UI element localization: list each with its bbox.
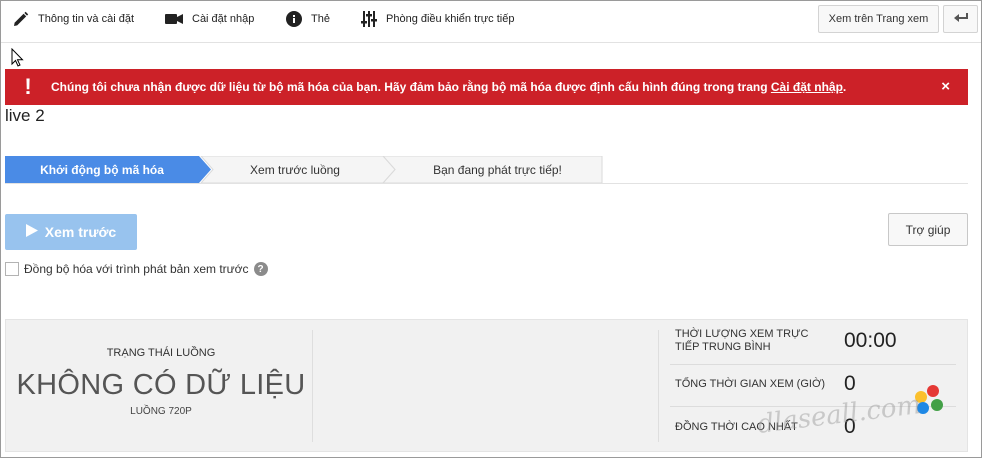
preview-button[interactable]: Xem trước — [5, 214, 137, 250]
warning-icon: ! — [24, 74, 32, 99]
back-button[interactable] — [943, 5, 978, 33]
ingest-settings-tab[interactable]: Cài đặt nhập — [165, 1, 254, 37]
banner-message: Chúng tôi chưa nhận được dữ liệu từ bộ m… — [51, 80, 847, 94]
ingest-settings-label: Cài đặt nhập — [192, 13, 255, 25]
avg-watch-time-value: 00:00 — [844, 329, 897, 352]
view-on-watch-page-button[interactable]: Xem trên Trang xem — [818, 5, 939, 33]
info-settings-label: Thông tin và cài đặt — [38, 13, 135, 25]
sliders-icon — [361, 11, 377, 27]
pencil-icon — [13, 11, 29, 27]
sync-checkbox[interactable] — [5, 262, 19, 276]
stream-status-value: KHÔNG CÓ DỮ LIỆU — [16, 369, 306, 401]
question-icon[interactable]: ? — [253, 262, 268, 276]
control-room-label: Phòng điều khiển trực tiếp — [386, 13, 515, 25]
step-start-encoder[interactable]: Khởi động bộ mã hóa — [5, 156, 199, 183]
ingest-settings-link[interactable]: Cài đặt nhập — [771, 80, 843, 94]
total-watch-time-value: 0 — [844, 372, 856, 395]
preview-label: Xem trước — [44, 224, 117, 240]
cards-tab[interactable]: Thẻ — [286, 1, 330, 37]
top-toolbar: Thông tin và cài đặt Cài đặt nhập Thẻ Ph… — [1, 1, 981, 43]
stream-resolution: LUỒNG 720P — [130, 406, 192, 417]
close-icon[interactable]: × — [941, 78, 950, 95]
cards-label: Thẻ — [311, 13, 330, 25]
help-button[interactable]: Trợ giúp — [888, 213, 968, 246]
stream-stats-panel: TRẠNG THÁI LUỒNG KHÔNG CÓ DỮ LIỆU LUỒNG … — [5, 319, 968, 452]
stream-title: live 2 — [5, 106, 45, 125]
panel-divider — [658, 330, 659, 442]
stat-divider — [670, 364, 956, 365]
steps-divider — [5, 183, 968, 184]
control-room-tab[interactable]: Phòng điều khiển trực tiếp — [361, 1, 514, 37]
info-settings-tab[interactable]: Thông tin và cài đặt — [13, 1, 134, 37]
step-preview-stream[interactable]: Xem trước luồng — [205, 156, 385, 183]
panel-divider — [312, 330, 313, 442]
error-banner: ! Chúng tôi chưa nhận được dữ liệu từ bộ… — [5, 69, 968, 105]
info-icon — [286, 11, 302, 27]
sync-label: Đồng bộ hóa với trình phát bản xem trước — [24, 262, 249, 276]
avg-watch-time-label: THỜI LƯỢNG XEM TRỰC TIẾP TRUNG BÌNH — [675, 328, 809, 353]
camera-icon — [165, 12, 183, 26]
sync-option: Đồng bộ hóa với trình phát bản xem trước… — [5, 262, 268, 276]
stream-status-label: TRẠNG THÁI LUỒNG — [106, 347, 216, 359]
step-live[interactable]: Bạn đang phát trực tiếp! — [395, 156, 600, 183]
total-watch-time-label: TỔNG THỜI GIAN XEM (GIỜ) — [675, 378, 826, 390]
back-arrow-icon — [953, 12, 968, 26]
play-icon — [25, 224, 38, 240]
